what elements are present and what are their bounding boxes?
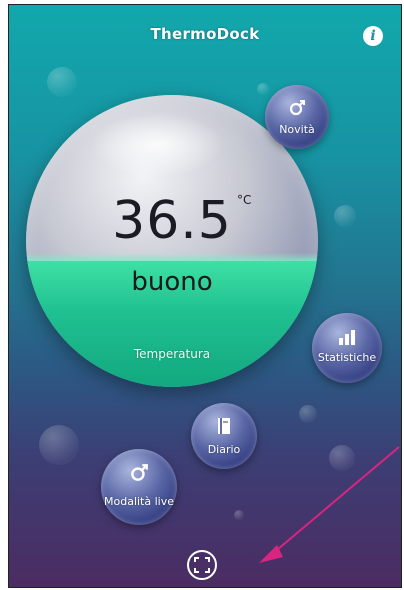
temperature-unit: °C (237, 193, 252, 207)
bar-chart-icon (339, 330, 355, 345)
app-title: ThermoDock (150, 25, 260, 43)
fullscreen-icon (194, 557, 210, 573)
bubble-gloss (90, 112, 225, 177)
temperature-value: 36.5 (112, 191, 232, 251)
info-icon[interactable]: i (363, 26, 383, 46)
decorative-bubble (334, 205, 356, 227)
decorative-bubble (47, 67, 77, 97)
diary-label: Diario (207, 443, 241, 456)
gender-icon (131, 464, 148, 481)
live-mode-label: Modalità live (104, 495, 174, 508)
news-label: Novità (279, 123, 315, 136)
decorative-bubble (234, 510, 244, 520)
decorative-bubble (39, 425, 79, 465)
statistics-button[interactable]: Statistiche (312, 313, 382, 383)
statistics-label: Statistiche (317, 351, 377, 364)
liquid-surface (26, 253, 318, 262)
decorative-bubble (257, 83, 269, 95)
decorative-bubble (299, 405, 317, 423)
diary-button[interactable]: Diario (191, 403, 257, 469)
temperature-caption: Temperatura (133, 347, 211, 361)
live-mode-button[interactable]: Modalità live (101, 449, 177, 525)
fullscreen-button[interactable] (187, 550, 217, 580)
book-icon (218, 418, 230, 434)
status-text: buono (131, 267, 213, 297)
news-button[interactable]: Novità (265, 85, 329, 149)
annotation-arrow-icon (259, 446, 400, 563)
app-screen: ThermoDock i 36.5 °C buono Temperatura N… (8, 4, 402, 588)
gender-icon (289, 100, 305, 116)
